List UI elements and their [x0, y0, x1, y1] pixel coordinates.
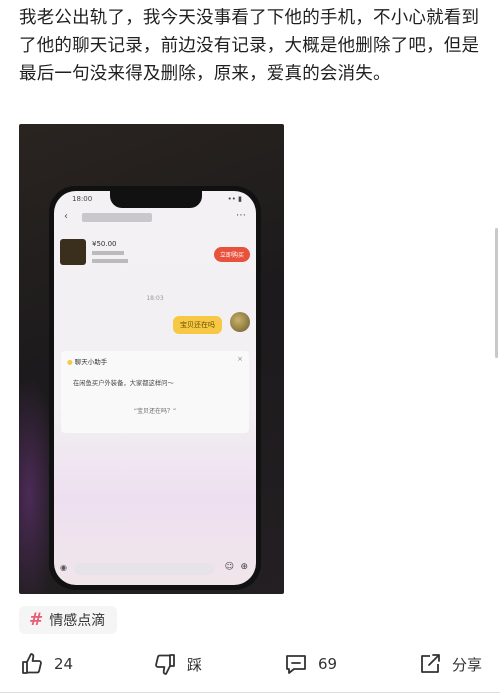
- helper-title: ● 聊天小助手: [67, 356, 107, 366]
- like-button[interactable]: 24: [20, 646, 73, 682]
- post-photo[interactable]: 18:00 •• ▮ ‹ ⋯ ¥50.00 立即购买 18:03 宝贝还在吗 ●…: [19, 124, 284, 594]
- comment-icon: [286, 655, 306, 674]
- status-time: 18:00: [72, 195, 93, 203]
- helper-title-text: 聊天小助手: [74, 358, 108, 366]
- chat-input-field: [74, 563, 214, 575]
- status-icons: •• ▮: [227, 195, 242, 203]
- plus-icon: ⊕: [240, 562, 248, 572]
- chat-input-bar: ◉ ☺ ⊕: [60, 561, 250, 579]
- product-card: ¥50.00 立即购买: [58, 237, 252, 277]
- helper-quote: “宝贝还在吗？”: [133, 408, 177, 415]
- phone-notch: [110, 191, 202, 208]
- post-text: 我老公出轨了，我今天没事看了下他的手机，不小心就看到了他的聊天记录，前边没有记录…: [19, 8, 480, 84]
- chat-timestamp: 18:03: [146, 295, 164, 302]
- phone-screen: 18:00 •• ▮ ‹ ⋯ ¥50.00 立即购买 18:03 宝贝还在吗 ●…: [54, 191, 256, 585]
- hashtag-icon: #: [29, 610, 44, 630]
- emoji-icon: ☺: [224, 562, 234, 572]
- close-icon: ×: [237, 355, 243, 363]
- more-icon: ⋯: [236, 210, 246, 221]
- thumbs-up-icon: [22, 653, 42, 674]
- action-bar: 24 踩 69 分享: [0, 646, 500, 682]
- divider: [0, 692, 500, 693]
- product-detail-blur: [92, 259, 128, 263]
- buy-now-button: 立即购买: [213, 247, 250, 262]
- dislike-label: 踩: [187, 655, 203, 674]
- share-icon: [421, 654, 440, 673]
- topic-tag[interactable]: # 情感点滴: [19, 606, 118, 634]
- scrollbar[interactable]: [495, 228, 498, 358]
- product-price: ¥50.00: [92, 240, 117, 248]
- blurred-contact-name: [82, 213, 152, 222]
- back-arrow-icon: ‹: [64, 211, 68, 222]
- share-label: 分享: [452, 655, 483, 674]
- product-thumbnail: [60, 239, 86, 265]
- sender-avatar: [230, 312, 250, 332]
- comment-count: 69: [318, 655, 338, 673]
- chat-helper-card: ● 聊天小助手 × 在闲鱼买户外装备，大家都这样问～ “宝贝还在吗？”: [61, 351, 249, 433]
- phone-in-photo: 18:00 •• ▮ ‹ ⋯ ¥50.00 立即购买 18:03 宝贝还在吗 ●…: [49, 186, 261, 590]
- chat-bubble: 宝贝还在吗: [173, 316, 222, 334]
- dislike-button[interactable]: 踩: [153, 646, 202, 682]
- like-count: 24: [54, 655, 74, 673]
- thumbs-down-icon: [155, 654, 175, 675]
- chat-helper-icon: ●: [67, 358, 73, 366]
- share-button[interactable]: 分享: [418, 646, 482, 682]
- comment-button[interactable]: 69: [284, 646, 337, 682]
- product-detail-blur: [92, 251, 124, 255]
- microphone-icon: ◉: [60, 563, 67, 572]
- helper-message: 在闲鱼买户外装备，大家都这样问～: [73, 380, 174, 387]
- topic-tag-label: 情感点滴: [49, 613, 106, 629]
